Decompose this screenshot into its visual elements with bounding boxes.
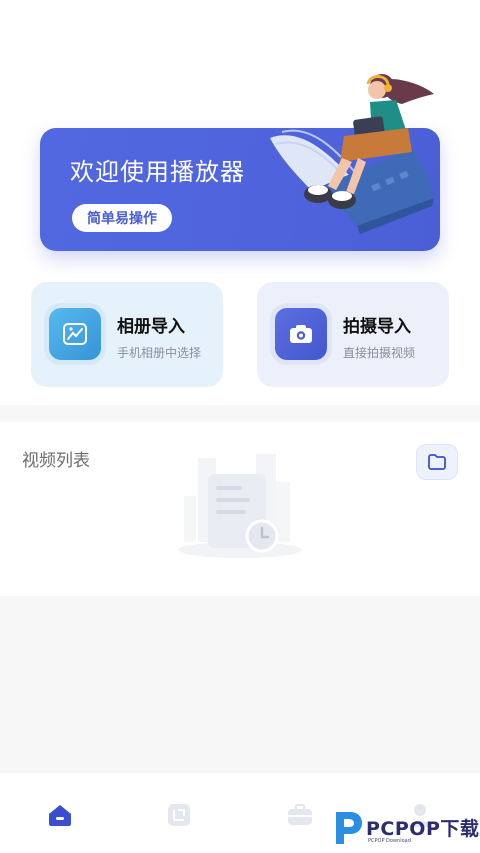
shoot-import-title: 拍摄导入 bbox=[343, 317, 411, 337]
album-import-subtitle: 手机相册中选择 bbox=[117, 346, 202, 360]
watermark-text: PCPOP下载 bbox=[366, 818, 480, 840]
empty-document-icon bbox=[178, 454, 302, 558]
image-icon bbox=[63, 323, 87, 345]
watermark-subtext: PCPOP Download bbox=[368, 838, 411, 844]
album-import-card[interactable]: 相册导入 手机相册中选择 bbox=[31, 282, 223, 387]
shoot-import-card[interactable]: 拍摄导入 直接拍摄视频 bbox=[257, 282, 449, 387]
pcpop-watermark: PCPOP下载 PCPOP Download bbox=[330, 806, 480, 850]
banner-title: 欢迎使用播放器 bbox=[70, 158, 245, 186]
folder-icon bbox=[428, 454, 446, 470]
album-icon-container bbox=[49, 308, 101, 360]
nav-home[interactable] bbox=[38, 797, 82, 833]
crop-icon bbox=[168, 804, 190, 826]
video-list-panel: 视频列表 bbox=[0, 422, 480, 596]
home-icon bbox=[49, 805, 71, 826]
toolbox-icon bbox=[288, 804, 312, 825]
pcpop-logo-icon bbox=[336, 812, 362, 844]
camera-icon bbox=[290, 325, 312, 343]
girl-reading-illustration bbox=[270, 74, 434, 234]
camera-icon-container bbox=[275, 308, 327, 360]
easy-operation-button[interactable]: 简单易操作 bbox=[72, 204, 172, 232]
video-list-title: 视频列表 bbox=[22, 451, 90, 471]
folder-button[interactable] bbox=[416, 444, 458, 480]
nav-crop[interactable] bbox=[157, 797, 201, 833]
nav-toolbox[interactable] bbox=[278, 797, 322, 833]
album-import-title: 相册导入 bbox=[117, 317, 185, 337]
shoot-import-subtitle: 直接拍摄视频 bbox=[343, 346, 416, 360]
